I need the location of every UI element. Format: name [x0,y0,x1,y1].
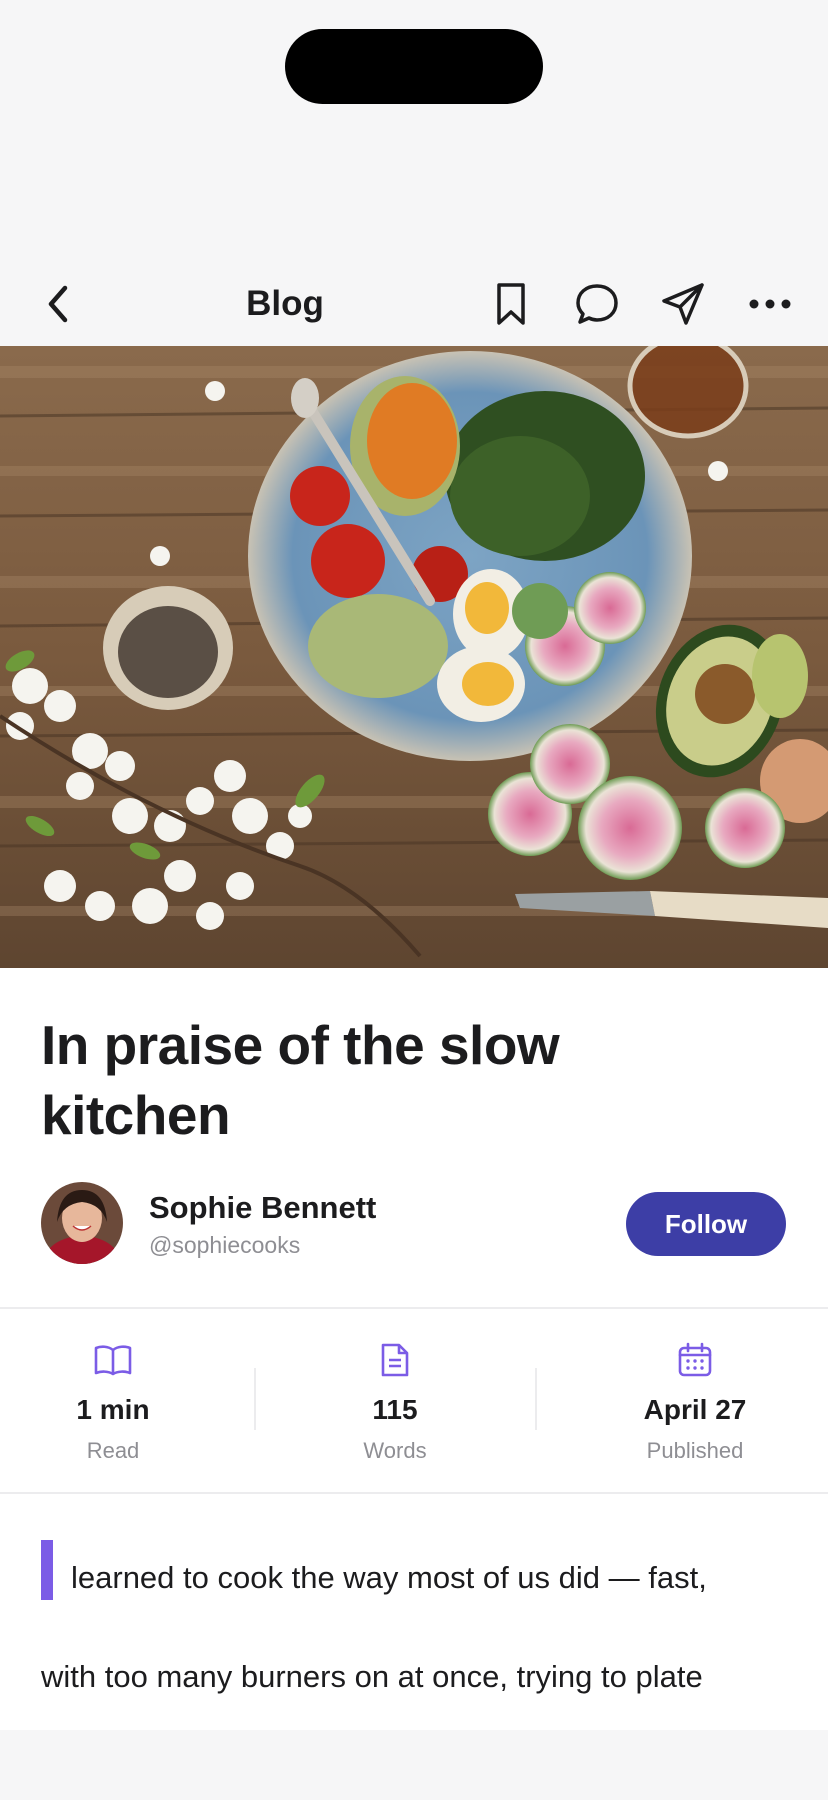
bookmark-icon[interactable] [483,276,539,332]
stat-read-time: 1 min Read [3,1340,223,1464]
stat-value: 1 min [76,1394,150,1425]
divider [0,1492,828,1494]
document-icon [285,1340,505,1380]
article-body: learned to cook the way most of us did —… [41,1528,801,1726]
dynamic-island [285,29,543,104]
divider [0,1307,828,1309]
stat-label: Read [86,1438,140,1463]
more-icon[interactable] [742,276,798,332]
hero-image [0,346,828,968]
article-title: In praise of the slow kitchen [41,1014,560,1146]
stat-published-date: April 27 Published [585,1340,805,1464]
stat-value: April 27 [643,1394,747,1425]
stat-label: Published [646,1438,744,1463]
stat-word-count: 115 Words [285,1340,505,1464]
chevron-left-icon[interactable] [30,276,86,332]
calendar-icon [585,1340,805,1380]
top-nav-bar: Blog [0,262,828,346]
status-bar-area [0,0,828,270]
avatar[interactable] [41,1182,123,1264]
stat-value: 115 [372,1394,418,1425]
comment-icon[interactable] [569,276,625,332]
page-title: Blog [246,284,324,323]
drop-cap-bar [41,1540,53,1600]
author-handle: @sophiecooks [149,1232,301,1258]
stat-separator [254,1368,256,1430]
body-line: with too many burners on at once, trying… [41,1659,703,1694]
article-content: In praise of the slow kitchen Sophie Ben… [0,968,828,1730]
author-name[interactable]: Sophie Bennett [149,1190,376,1226]
body-line: learned to cook the way most of us did —… [71,1560,707,1595]
book-icon [3,1340,223,1380]
follow-button[interactable]: Follow [626,1192,786,1256]
stat-separator [535,1368,537,1430]
stat-label: Words [363,1438,427,1463]
share-icon[interactable] [655,276,711,332]
